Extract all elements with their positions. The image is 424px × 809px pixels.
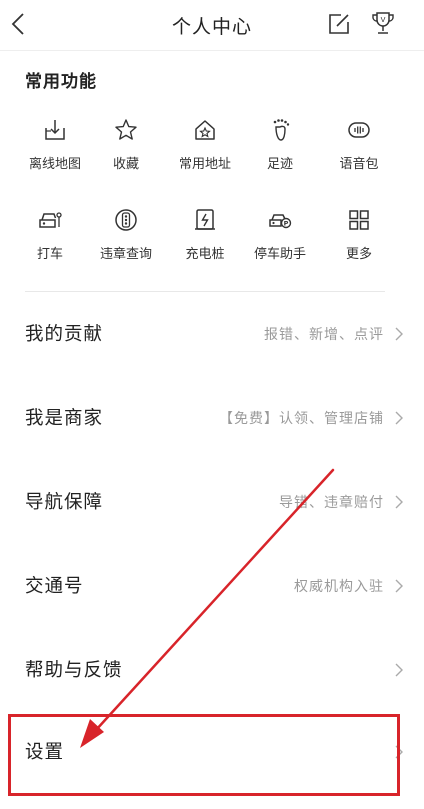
parking-car-icon: P [269, 214, 292, 229]
menu-row-navigation-guarantee[interactable]: 导航保障 导错、违章赔付 [0, 472, 424, 532]
row-subtitle: 【免费】认领、管理店铺 [219, 411, 384, 427]
footprint-item[interactable]: 足迹 [244, 118, 316, 178]
voice-pack-icon [348, 122, 370, 138]
more-item[interactable]: 更多 [323, 208, 395, 268]
violation-query-icon [115, 209, 137, 231]
violation-query-item[interactable]: 违章查询 [90, 208, 162, 268]
item-label: 语音包 [339, 157, 379, 172]
menu-row-contribution[interactable]: 我的贡献 报错、新增、点评 [0, 304, 424, 364]
common-functions-title: 常用功能 [25, 72, 97, 92]
svg-text:V: V [381, 16, 386, 24]
taxi-icon [39, 212, 62, 228]
voice-pack-item[interactable]: 语音包 [323, 118, 395, 178]
row-subtitle: 导错、违章赔付 [279, 495, 384, 511]
menu-row-help-feedback[interactable]: 帮助与反馈 [0, 640, 424, 700]
home-star-icon [195, 120, 215, 140]
common-address-item[interactable]: 常用地址 [169, 118, 241, 178]
charging-pile-icon [195, 209, 215, 230]
row-title: 导航保障 [25, 492, 104, 513]
item-label: 更多 [345, 247, 372, 262]
row-title: 我的贡献 [25, 324, 104, 345]
charging-pile-item[interactable]: 充电桩 [169, 208, 241, 268]
chevron-right-icon [395, 411, 403, 425]
chevron-right-icon [395, 663, 403, 677]
edit-icon[interactable] [327, 12, 351, 36]
parking-assistant-item[interactable]: P 停车助手 [244, 208, 316, 268]
footprint-icon [273, 119, 290, 141]
taxi-item[interactable]: 打车 [14, 208, 86, 268]
trophy-icon[interactable]: V [370, 10, 396, 38]
menu-row-traffic-account[interactable]: 交通号 权威机构入驻 [0, 556, 424, 616]
row-title: 交通号 [25, 576, 84, 597]
section-divider [25, 291, 385, 292]
page-title: 个人中心 [171, 16, 252, 38]
chevron-right-icon [395, 495, 403, 509]
star-icon [115, 119, 137, 140]
svg-text:P: P [284, 219, 289, 227]
chevron-right-icon [395, 579, 403, 593]
more-grid-icon [349, 210, 369, 230]
chevron-right-icon [395, 327, 403, 341]
settings-highlight-box [8, 714, 400, 796]
row-title: 我是商家 [25, 408, 104, 429]
row-subtitle: 报错、新增、点评 [264, 327, 384, 343]
offline-map-icon [45, 120, 65, 140]
row-title: 帮助与反馈 [25, 660, 123, 681]
row-subtitle: 权威机构入驻 [294, 579, 384, 595]
menu-row-merchant[interactable]: 我是商家 【免费】认领、管理店铺 [0, 388, 424, 448]
header-divider [0, 50, 424, 51]
favorites-item[interactable]: 收藏 [90, 118, 162, 178]
header-bar: 个人中心 V [0, 0, 424, 50]
